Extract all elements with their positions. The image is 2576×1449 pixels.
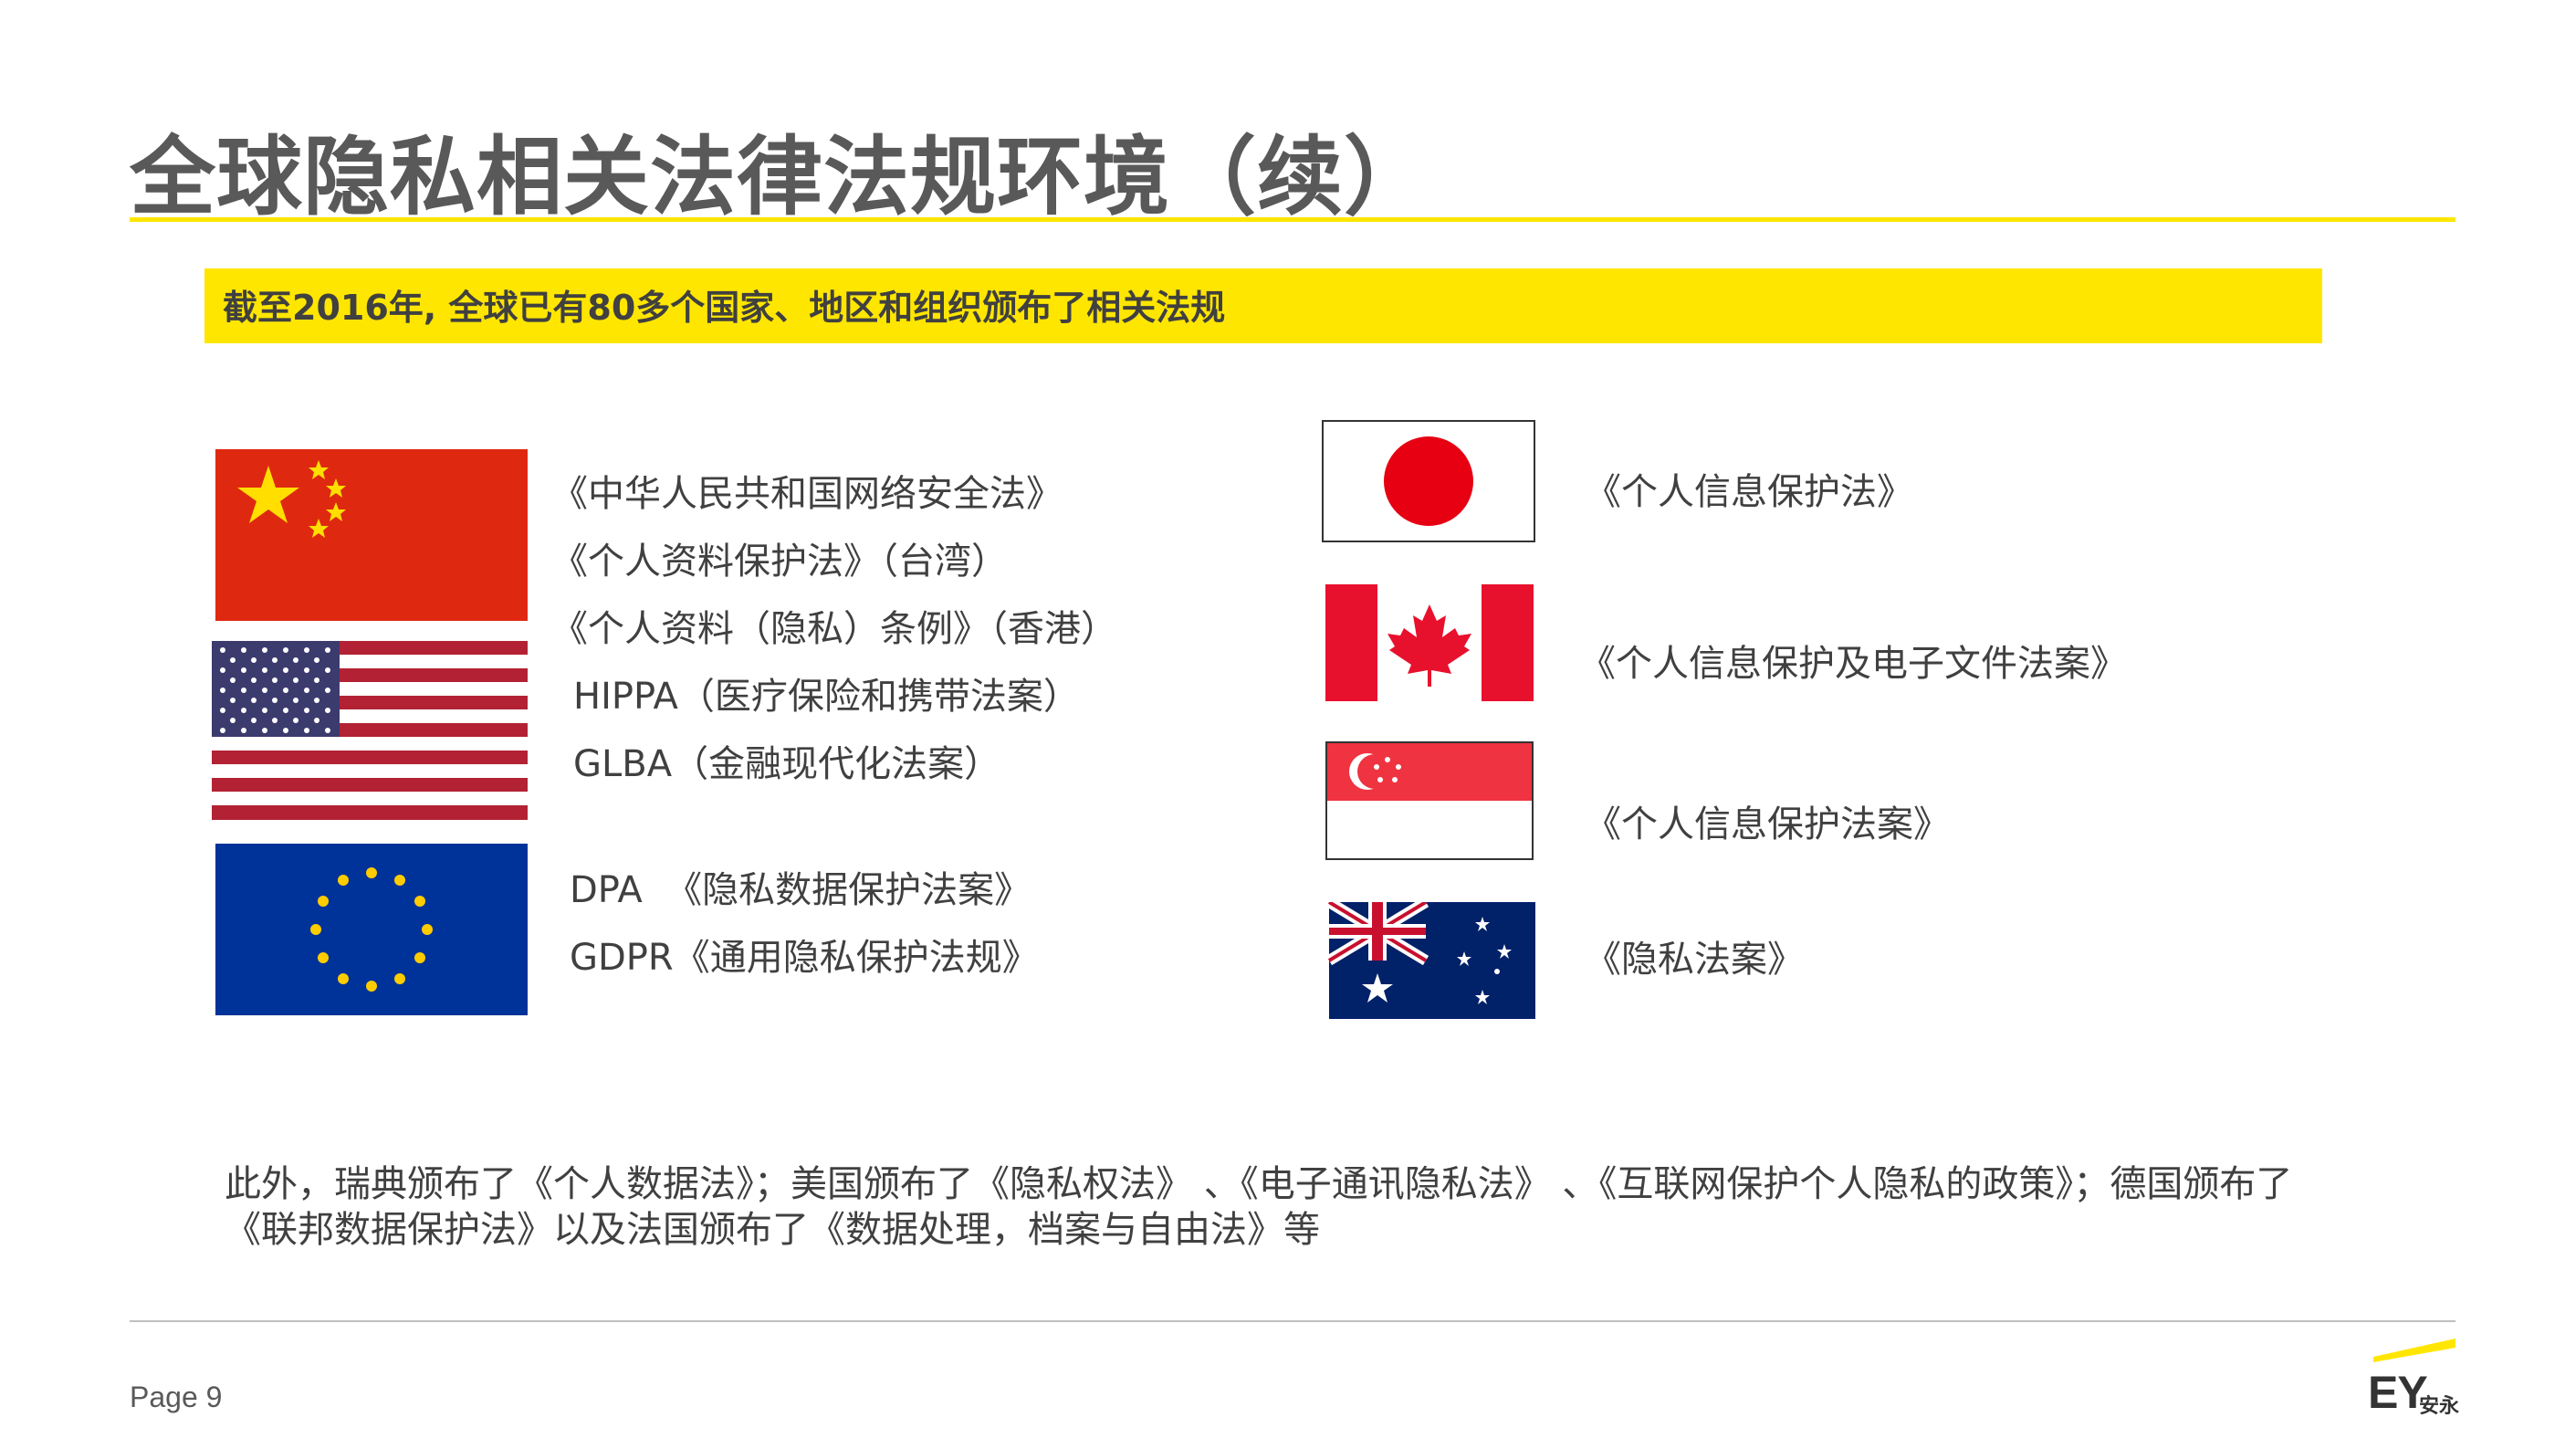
page-number: Page 9: [130, 1381, 223, 1413]
australia-flag-icon: [1318, 902, 1535, 1019]
china-flag-icon: [215, 449, 528, 621]
ey-logo-beam-icon: [2373, 1339, 2456, 1362]
ey-logo-letters: EY: [2368, 1367, 2428, 1418]
law-singapore-pdpa: 《个人信息保护法案》: [1585, 803, 1950, 845]
page-title: 全球隐私相关法律法规环境（续）: [130, 128, 1431, 227]
footer-divider: [130, 1320, 2456, 1322]
banner-text: 截至2016年, 全球已有80多个国家、地区和组织颁布了相关法规: [223, 288, 1226, 328]
japan-flag-icon: [1322, 420, 1535, 542]
usa-flag-icon: [212, 641, 528, 820]
title-underline: [130, 217, 2456, 222]
canada-flag-icon: [1325, 584, 1534, 701]
eu-flag-icon: [215, 844, 528, 1015]
law-eu-dpa: DPA 《隐私数据保护法案》: [570, 869, 1031, 911]
law-australia-privacy-act: 《隐私法案》: [1585, 939, 1804, 981]
law-canada-pipeda: 《个人信息保护及电子文件法案》: [1579, 643, 2127, 685]
law-taiwan-personal-data: 《个人资料保护法》（台湾）: [551, 541, 1008, 583]
law-us-glba: GLBA（金融现代化法案）: [573, 743, 1001, 785]
singapore-flag-icon: [1325, 741, 1534, 860]
law-china-cybersecurity: 《中华人民共和国网络安全法》: [551, 473, 1063, 515]
ey-logo: EY 安永: [2364, 1339, 2459, 1421]
ey-logo-chinese: 安永: [2419, 1395, 2460, 1418]
summary-banner: 截至2016年, 全球已有80多个国家、地区和组织颁布了相关法规: [204, 268, 2322, 343]
law-hongkong-privacy: 《个人资料（隐私）条例》（香港）: [551, 608, 1117, 650]
law-us-hippa: HIPPA（医疗保险和携带法案）: [573, 676, 1080, 718]
footnote-paragraph: 此外，瑞典颁布了《个人数据法》；美国颁布了《隐私权法》 、《电子通讯隐私法》 、…: [225, 1163, 2293, 1251]
law-japan-personal-info: 《个人信息保护法》: [1585, 471, 1913, 513]
law-eu-gdpr: GDPR《通用隐私保护法规》: [570, 937, 1039, 979]
